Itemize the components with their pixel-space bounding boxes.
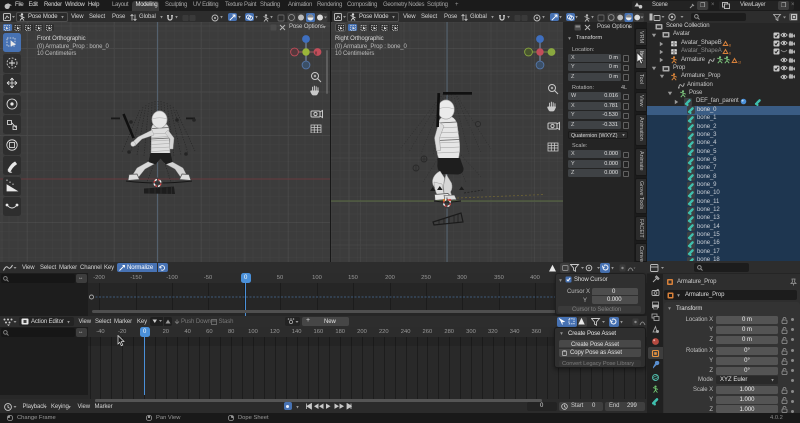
svg-text:8: 8 xyxy=(729,52,731,56)
svg-text:16: 16 xyxy=(738,60,741,64)
svg-text:8: 8 xyxy=(729,44,731,48)
